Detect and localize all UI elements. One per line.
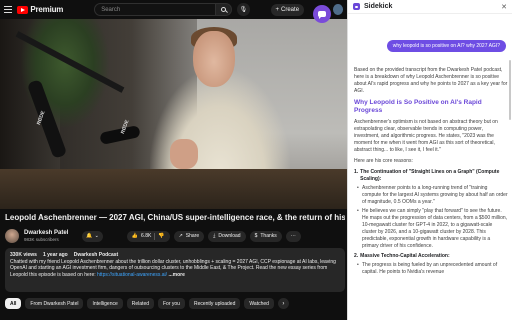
reasons-intro: Here are his core reasons:	[354, 158, 413, 164]
panel-scrollbar[interactable]	[509, 60, 511, 120]
answer-paragraph: Aschenbrenner's optimism is not based on…	[354, 119, 498, 153]
chip-all[interactable]: All	[5, 298, 22, 309]
thanks-icon: $	[254, 233, 258, 239]
bell-icon: 🔔	[86, 233, 93, 239]
youtube-logo[interactable]: Premium	[17, 5, 63, 14]
sidekick-title: Sidekick	[364, 3, 393, 10]
menu-icon[interactable]	[4, 6, 13, 13]
share-button[interactable]: ↗ Share	[173, 230, 205, 242]
chevron-down-icon: ⌄	[94, 233, 99, 239]
create-button[interactable]: + Create	[270, 3, 305, 16]
chip-for-you[interactable]: For you	[158, 298, 185, 309]
answer-intro: Based on the provided transcript from th…	[354, 67, 508, 94]
channel-row: Dwarkesh Patel 983K subscribers 🔔 ⌄ 👍 6.…	[5, 228, 345, 244]
play-logo-icon	[17, 5, 29, 14]
reasons-list: 1. The Continuation of "Straight Lines o…	[354, 169, 508, 276]
chip-recently-uploaded[interactable]: Recently uploaded	[188, 298, 241, 309]
sidekick-logo-icon	[353, 3, 360, 10]
logo-text: Premium	[30, 5, 64, 14]
download-icon: ⤓	[213, 233, 216, 239]
more-actions-button[interactable]: ···	[285, 230, 301, 242]
thanks-button[interactable]: $ Thanks	[249, 230, 282, 242]
search-button[interactable]	[215, 3, 233, 16]
like-count: 6.8K	[141, 233, 152, 239]
search-icon	[221, 7, 227, 12]
sidekick-panel: Sidekick ✕ why leopold is so positive on…	[347, 0, 512, 320]
reason-item: 2. Massive Techno-Capital Acceleration: …	[354, 253, 508, 276]
reason-bullet: Aschenbrenner points to a long-running t…	[357, 185, 508, 206]
channel-info: Dwarkesh Patel 983K subscribers	[24, 230, 68, 242]
answer-heading: Why Leopold is So Positive on AI's Rapid…	[354, 99, 482, 114]
thanks-label: Thanks	[260, 233, 277, 239]
chip-related[interactable]: Related	[126, 298, 154, 309]
reason-bullet: The progress is being fueled by an unpre…	[357, 262, 508, 276]
thumbs-up-icon: 👍	[131, 233, 139, 239]
create-label: Create	[281, 6, 300, 13]
chip-from-channel[interactable]: From Dwarkesh Patel	[25, 298, 84, 309]
video-guest-head	[193, 31, 235, 87]
share-icon: ↗	[178, 233, 183, 239]
reason-number: 1.	[354, 169, 359, 175]
download-label: Download	[218, 233, 241, 239]
channel-avatar[interactable]	[5, 229, 19, 243]
description-box[interactable]: 330K views 1 year ago Dwarkesh Podcast C…	[5, 248, 345, 292]
video-guest-hand	[170, 139, 198, 169]
divider	[154, 232, 156, 240]
chat-bubble-icon	[318, 11, 326, 19]
chip-watched[interactable]: Watched	[244, 298, 274, 309]
subscriber-count: 983K subscribers	[24, 237, 59, 242]
more-icon: ···	[290, 233, 296, 239]
video-title: Leopold Aschenbrenner — 2027 AGI, China/…	[5, 213, 345, 222]
channel-name[interactable]: Dwarkesh Patel	[24, 230, 68, 236]
reason-heading: 1. The Continuation of "Straight Lines o…	[354, 169, 508, 183]
reason-title: The Continuation of "Straight Lines on a…	[360, 169, 500, 182]
plus-icon: +	[275, 6, 280, 13]
sidekick-header: Sidekick ✕	[348, 0, 512, 14]
reason-heading: 2. Massive Techno-Capital Acceleration:	[354, 253, 508, 260]
description-link[interactable]: https://situational-awareness.ai/	[97, 272, 167, 278]
reason-item: 1. The Continuation of "Straight Lines o…	[354, 169, 508, 250]
chevron-right-icon[interactable]: ›	[277, 298, 289, 309]
sidekick-launcher-button[interactable]	[313, 5, 331, 23]
video-player[interactable]: RØDE RØDE	[0, 19, 347, 209]
related-filter-chips: All From Dwarkesh Patel Intelligence Rel…	[5, 298, 289, 309]
share-label: Share	[185, 233, 200, 239]
reason-number: 2.	[354, 253, 359, 259]
assistant-answer: Based on the provided transcript from th…	[354, 67, 508, 279]
account-avatar[interactable]	[332, 4, 343, 15]
reason-title: Massive Techno-Capital Acceleration:	[360, 253, 450, 259]
like-dislike-button[interactable]: 👍 6.8K 👎	[126, 230, 170, 242]
youtube-page: Premium Search 🎙 + Create 🔔 RØDE RØDE	[0, 0, 347, 320]
user-message-bubble: why leopold is so positive on AI? why 20…	[386, 40, 506, 52]
download-button[interactable]: ⤓ Download	[208, 230, 246, 242]
chip-intelligence[interactable]: Intelligence	[87, 298, 123, 309]
thumbs-down-icon: 👎	[158, 233, 165, 239]
video-table	[0, 169, 347, 209]
reason-bullet: He believes we can simply "play that for…	[357, 208, 508, 250]
search-input[interactable]: Search	[94, 3, 216, 16]
reason-bullets: Aschenbrenner points to a long-running t…	[354, 185, 508, 250]
close-icon[interactable]: ✕	[501, 3, 507, 11]
subscribed-bell-button[interactable]: 🔔 ⌄	[82, 230, 103, 242]
show-more-link[interactable]: ...more	[168, 272, 184, 278]
reason-bullets: The progress is being fueled by an unpre…	[354, 262, 508, 276]
voice-search-icon[interactable]: 🎙	[237, 3, 250, 16]
topbar: Premium Search 🎙 + Create 🔔	[0, 0, 347, 19]
screen: Premium Search 🎙 + Create 🔔 RØDE RØDE	[0, 0, 512, 320]
